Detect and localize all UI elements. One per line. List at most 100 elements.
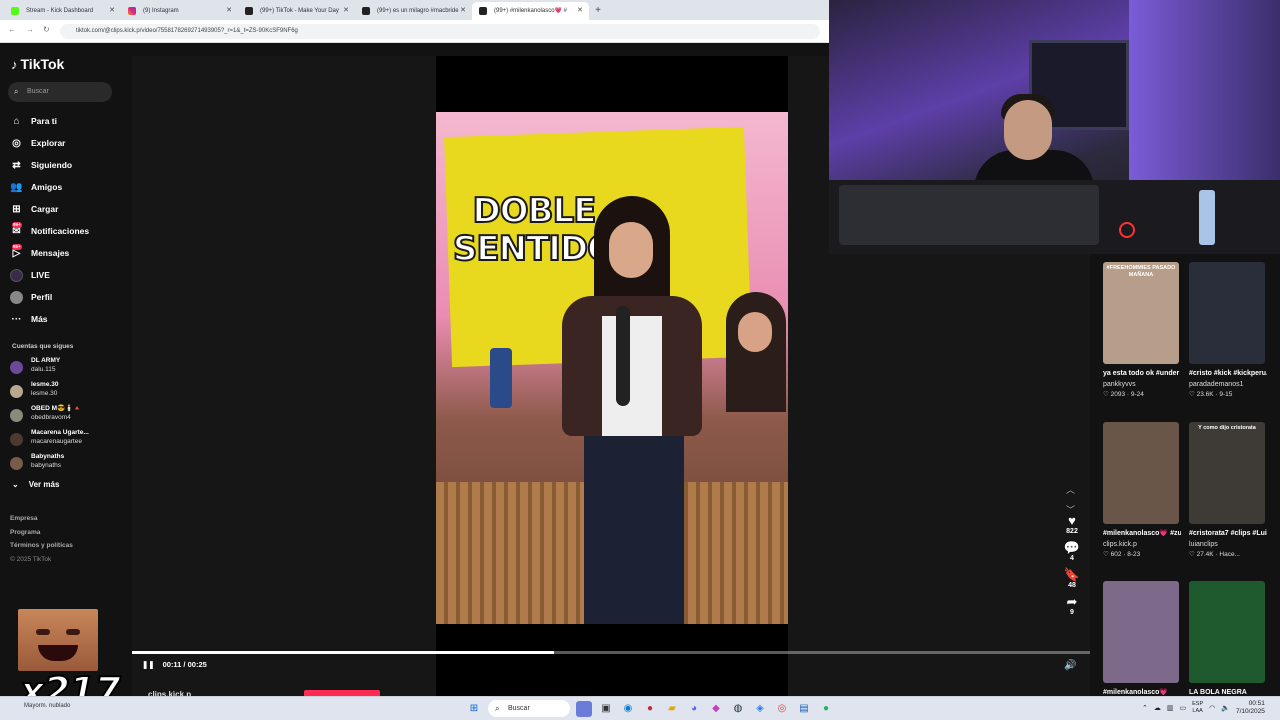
rec-card[interactable]: LA BOLA NEGRA [1189, 581, 1267, 698]
following-name: lesme.30 [31, 381, 59, 388]
chevron-up-icon[interactable]: ︿ [1066, 480, 1075, 500]
app-icon[interactable]: ◆ [708, 701, 724, 717]
rec-thumbnail[interactable] [1103, 422, 1179, 524]
task-view-icon[interactable]: ▣ [598, 701, 614, 717]
tab-title: (99+) #milenkanolasco💗 # [494, 8, 568, 14]
share-icon: ➦ [1066, 594, 1078, 609]
close-icon[interactable]: ✕ [109, 2, 115, 20]
discord-icon[interactable]: ◕ [686, 701, 702, 717]
following-icon: ⇄ [12, 159, 21, 171]
footer-link[interactable]: Términos y políticas [10, 539, 73, 553]
new-tab-button[interactable]: + [589, 2, 607, 20]
emote-eye [36, 629, 50, 635]
sidebar-item-mas[interactable]: ··· Más [10, 308, 89, 330]
compass-icon: ◎ [12, 137, 21, 149]
speaker-icon[interactable]: 🔈 [1221, 704, 1230, 712]
taskbar-apps: ⊞ ⌕ Buscar ▣ ◉ ● ▰ ◕ ◆ ◍ ◈ ◎ ▤ ● [466, 700, 834, 717]
footer-links: Empresa Programa Términos y políticas © … [10, 512, 73, 566]
folder-icon[interactable]: ▰ [664, 701, 680, 717]
message-badge: 99+ [12, 244, 22, 250]
rec-card[interactable]: #cristo #kick #kickperu... paradademanos… [1189, 262, 1267, 400]
tiktok-logo[interactable]: ♪ TikTok [11, 56, 64, 72]
language-indicator[interactable]: ESP LAA [1192, 701, 1203, 715]
rec-card[interactable]: #milenkanolasco💗 [1103, 581, 1181, 698]
sidebar-item-perfil[interactable]: Perfil [10, 286, 89, 308]
browser-tab[interactable]: (9) Instagram ✕ [121, 2, 238, 20]
rec-card[interactable]: Y como dijo cristorata #cristorata7 #cli… [1189, 422, 1267, 560]
following-item[interactable]: Macarena Ugarte... macarenaugartee [10, 428, 89, 452]
spotify-icon[interactable]: ● [818, 701, 834, 717]
emote-image [18, 609, 98, 671]
taskbar-search[interactable]: ⌕ Buscar [488, 700, 570, 717]
wifi-icon[interactable]: ◠ [1209, 704, 1215, 712]
browser-tab[interactable]: (99+) TikTok - Make Your Day ✕ [238, 2, 355, 20]
close-icon[interactable]: ✕ [460, 2, 466, 20]
comment-button[interactable]: 💬 4 [1060, 541, 1084, 563]
battery-icon[interactable]: ▭ [1180, 704, 1187, 712]
save-button[interactable]: 🔖 48 [1060, 568, 1084, 590]
sidebar-item-explorar[interactable]: ◎ Explorar [10, 132, 89, 154]
url-field[interactable]: tiktok.com/@clips.kick.p/video/755817826… [60, 24, 820, 39]
network-icon[interactable]: ▥ [1167, 704, 1174, 712]
footer-link[interactable]: Empresa [10, 512, 73, 526]
widget-icon[interactable] [576, 700, 592, 717]
cloud-icon[interactable]: ☁ [1154, 704, 1161, 712]
pause-icon[interactable]: ❚❚ [142, 660, 155, 669]
rec-thumbnail[interactable]: #FREEHOMMIES PASADO MAÑANA [1103, 262, 1179, 364]
windows-start-icon[interactable]: ⊞ [466, 701, 482, 717]
rec-user[interactable]: paradademanos1 [1189, 379, 1267, 390]
clock-date: 7/10/2025 [1235, 708, 1265, 715]
rec-card[interactable]: #milenkanolasco💗 #zumba #videovira... cl… [1103, 422, 1181, 560]
back-icon[interactable]: ← [8, 25, 16, 34]
sidebar-item-notificaciones[interactable]: ✉ 99+ Notificaciones [10, 220, 89, 242]
sidebar-item-label: Perfil [31, 292, 53, 302]
steam-icon[interactable]: ◍ [730, 701, 746, 717]
sidebar-item-para-ti[interactable]: ⌂ Para ti [10, 110, 89, 132]
taskbar-search-label: Buscar [508, 705, 530, 712]
following-item[interactable]: OBED M😎🕯️🔺 obedbravom4 [10, 404, 89, 428]
clock[interactable]: 00:51 7/10/2025 [1236, 700, 1265, 716]
video-frame[interactable]: DOBLE SENTIDO [436, 112, 788, 624]
volume-icon[interactable]: 🔊 [1064, 660, 1076, 671]
following-item[interactable]: lesme.30 lesme.30 [10, 380, 89, 404]
rec-thumbnail[interactable] [1189, 581, 1265, 683]
sidebar-item-amigos[interactable]: 👥 Amigos [10, 176, 89, 198]
footer-link[interactable]: Programa [10, 526, 73, 540]
rec-thumbnail[interactable]: Y como dijo cristorata [1189, 422, 1265, 524]
see-more-button[interactable]: ⌄ Ver más [12, 480, 59, 489]
app-icon[interactable]: ▤ [796, 701, 812, 717]
following-item[interactable]: DL ARMY dalu.115 [10, 356, 89, 380]
sidebar-item-siguiendo[interactable]: ⇄ Siguiendo [10, 154, 89, 176]
chrome-icon[interactable]: ◎ [774, 701, 790, 717]
browser-tab[interactable]: (99+) es un milagro #macbride ✕ [355, 2, 472, 20]
browser-tab-active[interactable]: (99+) #milenkanolasco💗 # ✕ [472, 2, 589, 20]
weather-widget[interactable]: Mayorm. nublado [24, 703, 70, 709]
rec-thumbnail[interactable] [1103, 581, 1179, 683]
close-icon[interactable]: ✕ [226, 2, 232, 20]
following-item[interactable]: Babynaths babynaths [10, 452, 89, 476]
close-icon[interactable]: ✕ [343, 2, 349, 20]
instagram-icon [128, 7, 136, 15]
search-input[interactable]: ⌕ Buscar [8, 82, 112, 102]
background-person-face [738, 312, 772, 352]
share-button[interactable]: ➦ 9 [1060, 594, 1084, 617]
like-button[interactable]: ♥ 822 [1060, 514, 1084, 536]
chevron-up-icon[interactable]: ⌃ [1142, 704, 1148, 712]
sidebar-item-live[interactable]: LIVE [10, 264, 89, 286]
sidebar-item-mensajes[interactable]: ▷ 99+ Mensajes [10, 242, 89, 264]
rec-user[interactable]: luianclips [1189, 539, 1267, 550]
rec-user[interactable]: clips.kick.p [1103, 539, 1181, 550]
app-icon[interactable]: ● [642, 701, 658, 717]
reload-icon[interactable]: ↻ [43, 25, 50, 34]
rec-thumbnail[interactable] [1189, 262, 1265, 364]
browser-tab[interactable]: Stream - Kick Dashboard ✕ [4, 2, 121, 20]
forward-icon[interactable]: → [26, 25, 34, 34]
close-icon[interactable]: ✕ [577, 2, 583, 20]
progress-bar[interactable] [132, 651, 1090, 654]
app-icon[interactable]: ◈ [752, 701, 768, 717]
rec-card[interactable]: #FREEHOMMIES PASADO MAÑANA ya esta todo … [1103, 262, 1181, 400]
following-handle: macarenaugartee [31, 438, 82, 445]
edge-icon[interactable]: ◉ [620, 701, 636, 717]
rec-user[interactable]: pankkyvvs [1103, 379, 1181, 390]
sidebar-item-cargar[interactable]: ⊞ Cargar [10, 198, 89, 220]
